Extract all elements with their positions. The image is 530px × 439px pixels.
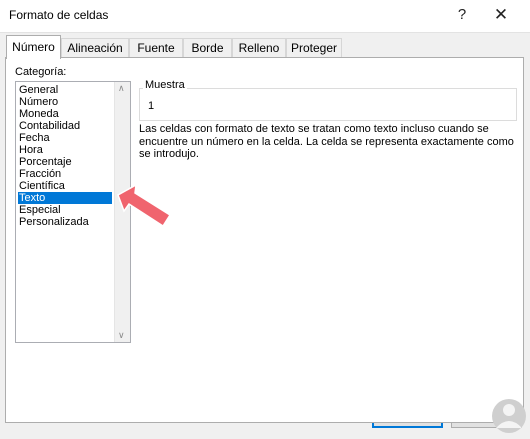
category-item-especial[interactable]: Especial xyxy=(18,204,112,216)
sample-group xyxy=(139,88,517,121)
category-item-hora[interactable]: Hora xyxy=(18,144,112,156)
category-item-contabilidad[interactable]: Contabilidad xyxy=(18,120,112,132)
sample-legend: Muestra xyxy=(143,79,187,91)
category-item-general[interactable]: General xyxy=(18,84,112,96)
tab-fuente[interactable]: Fuente xyxy=(129,38,183,57)
annotation-arrow-icon xyxy=(117,183,172,228)
category-item-fraccion[interactable]: Fracción xyxy=(18,168,112,180)
watermark-logo-icon xyxy=(492,399,526,433)
window-title: Formato de celdas xyxy=(9,8,109,22)
tab-numero[interactable]: Número xyxy=(6,35,61,59)
scroll-up-icon[interactable]: ∧ xyxy=(118,83,125,94)
sample-value: 1 xyxy=(148,100,155,112)
close-icon[interactable]: ✕ xyxy=(486,4,516,26)
category-item-porcentaje[interactable]: Porcentaje xyxy=(18,156,112,168)
tab-panel-numero: Categoría: General Número Moneda Contabi… xyxy=(5,57,524,423)
format-description: Las celdas con formato de texto se trata… xyxy=(139,123,514,160)
category-item-texto[interactable]: Texto xyxy=(18,192,112,204)
category-label: Categoría: xyxy=(15,66,67,78)
category-listbox[interactable]: General Número Moneda Contabilidad Fecha… xyxy=(15,81,131,343)
title-bar: Formato de celdas ? ✕ xyxy=(0,0,530,33)
tab-borde[interactable]: Borde xyxy=(183,38,232,57)
category-item-fecha[interactable]: Fecha xyxy=(18,132,112,144)
dialog-body: Número Alineación Fuente Borde Relleno P… xyxy=(0,33,530,439)
tab-proteger[interactable]: Proteger xyxy=(286,38,342,57)
tab-alineacion[interactable]: Alineación xyxy=(61,38,129,57)
help-icon[interactable]: ? xyxy=(447,4,477,26)
category-item-numero[interactable]: Número xyxy=(18,96,112,108)
category-item-cientifica[interactable]: Científica xyxy=(18,180,112,192)
category-item-personalizada[interactable]: Personalizada xyxy=(18,216,112,228)
category-item-moneda[interactable]: Moneda xyxy=(18,108,112,120)
tab-relleno[interactable]: Relleno xyxy=(232,38,286,57)
scroll-down-icon[interactable]: ∨ xyxy=(118,330,125,341)
